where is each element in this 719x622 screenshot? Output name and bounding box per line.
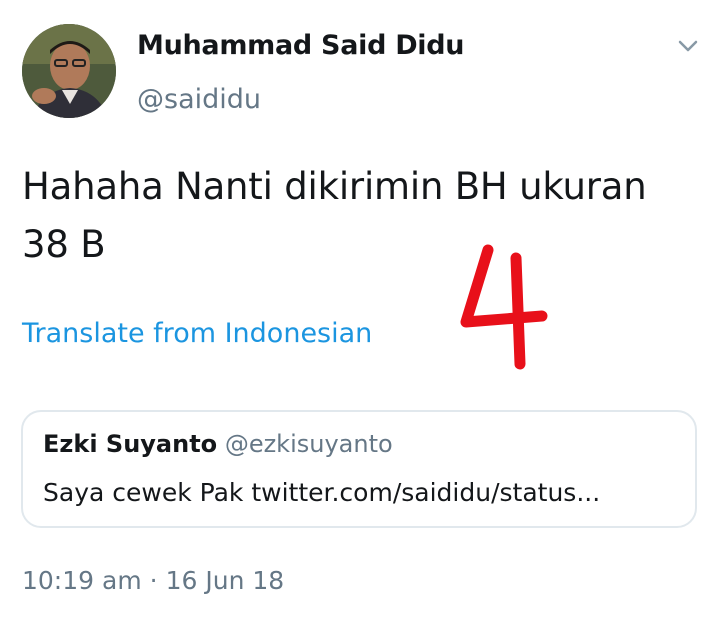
chevron-down-icon[interactable] (676, 36, 700, 56)
quoted-tweet-handle: @ezkisuyanto (224, 430, 393, 458)
handwritten-annotation: 4 (458, 244, 554, 370)
quoted-tweet-author: Ezki Suyanto @ezkisuyanto (43, 430, 393, 458)
tweet-text: Hahaha Nanti dikirimin BH ukuran 38 B (22, 165, 647, 266)
annotation-text: 4 (458, 244, 459, 245)
avatar[interactable] (22, 24, 116, 118)
quoted-tweet-text: Saya cewek Pak twitter.com/saididu/statu… (43, 478, 601, 507)
translate-link[interactable]: Translate from Indonesian (22, 318, 372, 349)
tweet-timestamp[interactable]: 10:19 am · 16 Jun 18 (22, 566, 284, 595)
tweet-card: Muhammad Said Didu @saididu Hahaha Nanti… (0, 0, 719, 622)
quoted-tweet-name: Ezki Suyanto (43, 430, 218, 458)
tweet-date: 16 Jun 18 (165, 566, 285, 595)
author-handle[interactable]: @saididu (137, 84, 261, 115)
avatar-photo (22, 24, 116, 118)
tweet-time: 10:19 am (22, 566, 142, 595)
author-name[interactable]: Muhammad Said Didu (137, 30, 465, 61)
quoted-tweet[interactable]: Ezki Suyanto @ezkisuyanto Saya cewek Pak… (21, 410, 697, 528)
timestamp-separator: · (149, 566, 158, 595)
